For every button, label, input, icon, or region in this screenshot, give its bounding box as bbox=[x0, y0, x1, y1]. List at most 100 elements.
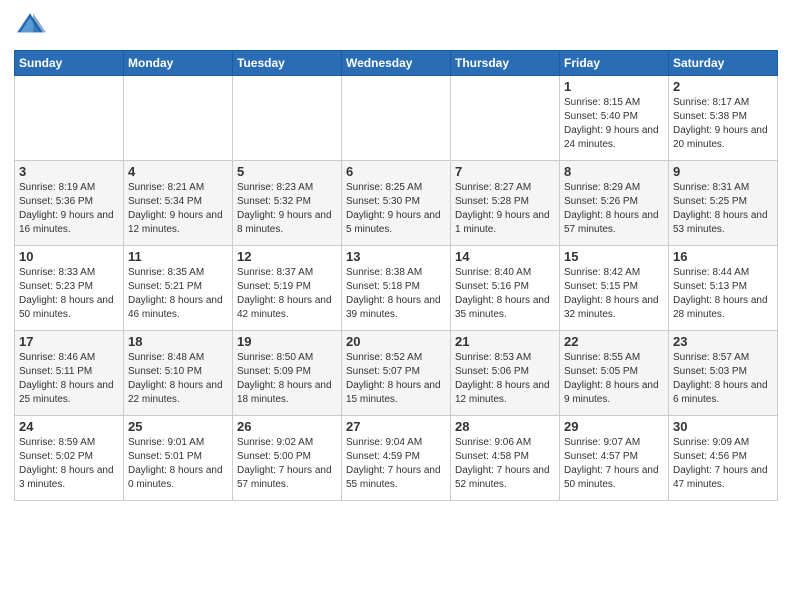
day-info: Sunrise: 8:15 AMSunset: 5:40 PMDaylight:… bbox=[564, 97, 659, 150]
day-cell: 14 Sunrise: 8:40 AMSunset: 5:16 PMDayligh… bbox=[451, 246, 560, 331]
week-row-1: 1 Sunrise: 8:15 AMSunset: 5:40 PMDaylight… bbox=[15, 76, 778, 161]
day-cell: 20Sunrise: 8:52 AMSunset: 5:07 PMDayligh… bbox=[342, 331, 451, 416]
week-row-3: 10Sunrise: 8:33 AMSunset: 5:23 PMDayligh… bbox=[15, 246, 778, 331]
day-cell: 26 Sunrise: 9:02 AMSunset: 5:00 PMDayligh… bbox=[233, 416, 342, 501]
day-number: 12 bbox=[237, 249, 337, 264]
day-cell: 27 Sunrise: 9:04 AMSunset: 4:59 PMDayligh… bbox=[342, 416, 451, 501]
day-number: 28 bbox=[455, 419, 555, 434]
day-number: 5 bbox=[237, 164, 337, 179]
day-number: 22 bbox=[564, 334, 664, 349]
day-cell: 6 Sunrise: 8:25 AMSunset: 5:30 PMDaylight… bbox=[342, 161, 451, 246]
day-info: Sunrise: 8:52 AMSunset: 5:07 PMDaylight:… bbox=[346, 352, 441, 405]
week-row-2: 3 Sunrise: 8:19 AMSunset: 5:36 PMDaylight… bbox=[15, 161, 778, 246]
day-info: Sunrise: 8:27 AMSunset: 5:28 PMDaylight:… bbox=[455, 182, 550, 235]
day-cell: 11Sunrise: 8:35 AMSunset: 5:21 PMDayligh… bbox=[124, 246, 233, 331]
weekday-header-saturday: Saturday bbox=[669, 51, 778, 76]
day-number: 15 bbox=[564, 249, 664, 264]
day-cell: 21 Sunrise: 8:53 AMSunset: 5:06 PMDayligh… bbox=[451, 331, 560, 416]
page: SundayMondayTuesdayWednesdayThursdayFrid… bbox=[0, 0, 792, 612]
day-number: 9 bbox=[673, 164, 773, 179]
day-info: Sunrise: 9:06 AMSunset: 4:58 PMDaylight:… bbox=[455, 437, 550, 490]
day-info: Sunrise: 8:29 AMSunset: 5:26 PMDaylight:… bbox=[564, 182, 659, 235]
day-number: 24 bbox=[19, 419, 119, 434]
day-cell: 12Sunrise: 8:37 AMSunset: 5:19 PMDayligh… bbox=[233, 246, 342, 331]
day-info: Sunrise: 9:09 AMSunset: 4:56 PMDaylight:… bbox=[673, 437, 768, 490]
day-cell: 24 Sunrise: 8:59 AMSunset: 5:02 PMDayligh… bbox=[15, 416, 124, 501]
day-cell: 23Sunrise: 8:57 AMSunset: 5:03 PMDayligh… bbox=[669, 331, 778, 416]
day-info: Sunrise: 8:19 AMSunset: 5:36 PMDaylight:… bbox=[19, 182, 114, 235]
day-number: 23 bbox=[673, 334, 773, 349]
day-number: 14 bbox=[455, 249, 555, 264]
day-info: Sunrise: 9:02 AMSunset: 5:00 PMDaylight:… bbox=[237, 437, 332, 490]
day-cell bbox=[15, 76, 124, 161]
day-info: Sunrise: 8:44 AMSunset: 5:13 PMDaylight:… bbox=[673, 267, 768, 320]
day-number: 3 bbox=[19, 164, 119, 179]
day-number: 26 bbox=[237, 419, 337, 434]
day-number: 13 bbox=[346, 249, 446, 264]
day-cell: 17 Sunrise: 8:46 AMSunset: 5:11 PMDayligh… bbox=[15, 331, 124, 416]
day-cell: 19Sunrise: 8:50 AMSunset: 5:09 PMDayligh… bbox=[233, 331, 342, 416]
day-cell bbox=[124, 76, 233, 161]
day-number: 17 bbox=[19, 334, 119, 349]
day-cell bbox=[233, 76, 342, 161]
day-cell: 10Sunrise: 8:33 AMSunset: 5:23 PMDayligh… bbox=[15, 246, 124, 331]
day-info: Sunrise: 8:50 AMSunset: 5:09 PMDaylight:… bbox=[237, 352, 332, 405]
day-info: Sunrise: 8:21 AMSunset: 5:34 PMDaylight:… bbox=[128, 182, 223, 235]
day-cell: 29 Sunrise: 9:07 AMSunset: 4:57 PMDayligh… bbox=[560, 416, 669, 501]
week-row-4: 17 Sunrise: 8:46 AMSunset: 5:11 PMDayligh… bbox=[15, 331, 778, 416]
day-info: Sunrise: 8:17 AMSunset: 5:38 PMDaylight:… bbox=[673, 97, 768, 150]
day-info: Sunrise: 8:40 AMSunset: 5:16 PMDaylight:… bbox=[455, 267, 550, 320]
day-cell: 4Sunrise: 8:21 AMSunset: 5:34 PMDaylight… bbox=[124, 161, 233, 246]
weekday-header-wednesday: Wednesday bbox=[342, 51, 451, 76]
day-cell: 30 Sunrise: 9:09 AMSunset: 4:56 PMDayligh… bbox=[669, 416, 778, 501]
day-cell: 28 Sunrise: 9:06 AMSunset: 4:58 PMDayligh… bbox=[451, 416, 560, 501]
day-number: 8 bbox=[564, 164, 664, 179]
week-row-5: 24 Sunrise: 8:59 AMSunset: 5:02 PMDayligh… bbox=[15, 416, 778, 501]
logo-icon bbox=[14, 10, 46, 42]
day-number: 25 bbox=[128, 419, 228, 434]
day-info: Sunrise: 8:31 AMSunset: 5:25 PMDaylight:… bbox=[673, 182, 768, 235]
day-number: 6 bbox=[346, 164, 446, 179]
day-number: 1 bbox=[564, 79, 664, 94]
day-info: Sunrise: 8:35 AMSunset: 5:21 PMDaylight:… bbox=[128, 267, 223, 320]
day-info: Sunrise: 8:55 AMSunset: 5:05 PMDaylight:… bbox=[564, 352, 659, 405]
day-info: Sunrise: 9:04 AMSunset: 4:59 PMDaylight:… bbox=[346, 437, 441, 490]
day-number: 18 bbox=[128, 334, 228, 349]
day-cell: 8 Sunrise: 8:29 AMSunset: 5:26 PMDaylight… bbox=[560, 161, 669, 246]
day-info: Sunrise: 8:59 AMSunset: 5:02 PMDaylight:… bbox=[19, 437, 114, 490]
weekday-header-thursday: Thursday bbox=[451, 51, 560, 76]
day-cell: 16 Sunrise: 8:44 AMSunset: 5:13 PMDayligh… bbox=[669, 246, 778, 331]
day-number: 16 bbox=[673, 249, 773, 264]
day-info: Sunrise: 8:25 AMSunset: 5:30 PMDaylight:… bbox=[346, 182, 441, 235]
day-info: Sunrise: 9:01 AMSunset: 5:01 PMDaylight:… bbox=[128, 437, 223, 490]
day-number: 2 bbox=[673, 79, 773, 94]
day-number: 29 bbox=[564, 419, 664, 434]
day-cell bbox=[451, 76, 560, 161]
day-cell: 3 Sunrise: 8:19 AMSunset: 5:36 PMDaylight… bbox=[15, 161, 124, 246]
day-cell: 7 Sunrise: 8:27 AMSunset: 5:28 PMDaylight… bbox=[451, 161, 560, 246]
day-info: Sunrise: 8:53 AMSunset: 5:06 PMDaylight:… bbox=[455, 352, 550, 405]
day-cell: 9 Sunrise: 8:31 AMSunset: 5:25 PMDaylight… bbox=[669, 161, 778, 246]
day-info: Sunrise: 8:38 AMSunset: 5:18 PMDaylight:… bbox=[346, 267, 441, 320]
day-info: Sunrise: 8:23 AMSunset: 5:32 PMDaylight:… bbox=[237, 182, 332, 235]
day-cell: 25 Sunrise: 9:01 AMSunset: 5:01 PMDayligh… bbox=[124, 416, 233, 501]
day-cell: 1 Sunrise: 8:15 AMSunset: 5:40 PMDaylight… bbox=[560, 76, 669, 161]
day-cell: 13 Sunrise: 8:38 AMSunset: 5:18 PMDayligh… bbox=[342, 246, 451, 331]
day-number: 7 bbox=[455, 164, 555, 179]
day-number: 30 bbox=[673, 419, 773, 434]
day-info: Sunrise: 8:33 AMSunset: 5:23 PMDaylight:… bbox=[19, 267, 114, 320]
logo bbox=[14, 10, 50, 42]
day-info: Sunrise: 9:07 AMSunset: 4:57 PMDaylight:… bbox=[564, 437, 659, 490]
day-cell: 15Sunrise: 8:42 AMSunset: 5:15 PMDayligh… bbox=[560, 246, 669, 331]
weekday-header-sunday: Sunday bbox=[15, 51, 124, 76]
day-info: Sunrise: 8:46 AMSunset: 5:11 PMDaylight:… bbox=[19, 352, 114, 405]
day-cell: 2 Sunrise: 8:17 AMSunset: 5:38 PMDaylight… bbox=[669, 76, 778, 161]
day-number: 27 bbox=[346, 419, 446, 434]
weekday-header-friday: Friday bbox=[560, 51, 669, 76]
day-cell: 5 Sunrise: 8:23 AMSunset: 5:32 PMDaylight… bbox=[233, 161, 342, 246]
header bbox=[14, 10, 778, 42]
calendar-table: SundayMondayTuesdayWednesdayThursdayFrid… bbox=[14, 50, 778, 501]
day-number: 21 bbox=[455, 334, 555, 349]
day-cell: 18Sunrise: 8:48 AMSunset: 5:10 PMDayligh… bbox=[124, 331, 233, 416]
weekday-header-tuesday: Tuesday bbox=[233, 51, 342, 76]
